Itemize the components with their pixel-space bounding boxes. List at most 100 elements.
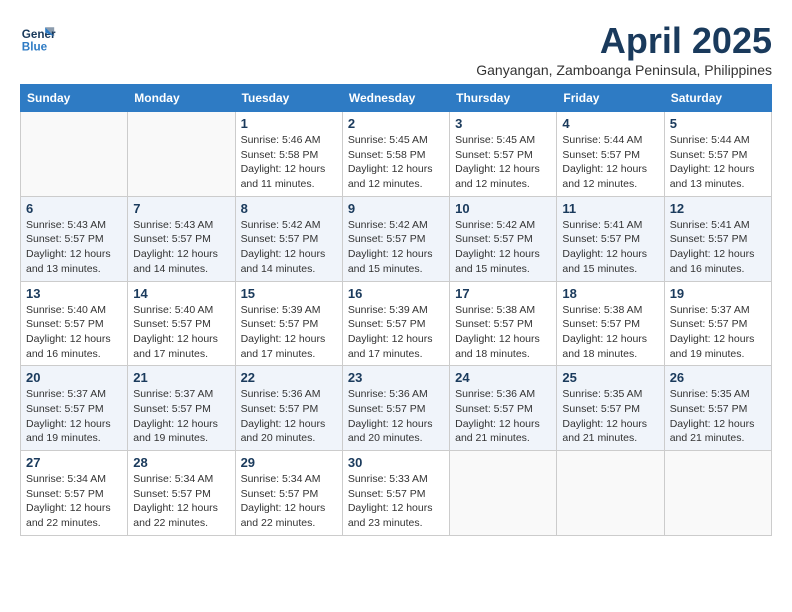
- day-number: 10: [455, 201, 551, 216]
- day-info: Sunrise: 5:41 AM Sunset: 5:57 PM Dayligh…: [670, 218, 766, 277]
- day-cell: 21 Sunrise: 5:37 AM Sunset: 5:57 PM Dayli…: [128, 366, 235, 451]
- day-number: 3: [455, 116, 551, 131]
- day-cell: 13 Sunrise: 5:40 AM Sunset: 5:57 PM Dayli…: [21, 281, 128, 366]
- day-info: Sunrise: 5:45 AM Sunset: 5:58 PM Dayligh…: [348, 133, 444, 192]
- day-info: Sunrise: 5:36 AM Sunset: 5:57 PM Dayligh…: [455, 387, 551, 446]
- month-title: April 2025: [476, 20, 772, 62]
- col-header-tuesday: Tuesday: [235, 85, 342, 112]
- title-block: April 2025 Ganyangan, Zamboanga Peninsul…: [476, 20, 772, 78]
- logo: General Blue: [20, 20, 56, 56]
- week-row: 13 Sunrise: 5:40 AM Sunset: 5:57 PM Dayli…: [21, 281, 772, 366]
- day-info: Sunrise: 5:35 AM Sunset: 5:57 PM Dayligh…: [562, 387, 658, 446]
- day-cell: 3Sunrise: 5:45 AM Sunset: 5:57 PM Daylig…: [450, 112, 557, 197]
- day-cell: 20Sunrise: 5:37 AM Sunset: 5:57 PM Dayli…: [21, 366, 128, 451]
- day-info: Sunrise: 5:44 AM Sunset: 5:57 PM Dayligh…: [670, 133, 766, 192]
- day-cell: 22 Sunrise: 5:36 AM Sunset: 5:57 PM Dayli…: [235, 366, 342, 451]
- day-cell: 25Sunrise: 5:35 AM Sunset: 5:57 PM Dayli…: [557, 366, 664, 451]
- day-number: 13: [26, 286, 122, 301]
- day-info: Sunrise: 5:35 AM Sunset: 5:57 PM Dayligh…: [670, 387, 766, 446]
- day-number: 23: [348, 370, 444, 385]
- day-info: Sunrise: 5:33 AM Sunset: 5:57 PM Dayligh…: [348, 472, 444, 531]
- day-info: Sunrise: 5:39 AM Sunset: 5:57 PM Dayligh…: [241, 303, 337, 362]
- calendar-table: SundayMondayTuesdayWednesdayThursdayFrid…: [20, 84, 772, 536]
- day-number: 30: [348, 455, 444, 470]
- col-header-sunday: Sunday: [21, 85, 128, 112]
- day-cell: 15Sunrise: 5:39 AM Sunset: 5:57 PM Dayli…: [235, 281, 342, 366]
- day-number: 24: [455, 370, 551, 385]
- day-cell: 6Sunrise: 5:43 AM Sunset: 5:57 PM Daylig…: [21, 196, 128, 281]
- logo-icon: General Blue: [20, 20, 56, 56]
- day-number: 19: [670, 286, 766, 301]
- day-info: Sunrise: 5:42 AM Sunset: 5:57 PM Dayligh…: [455, 218, 551, 277]
- day-info: Sunrise: 5:36 AM Sunset: 5:57 PM Dayligh…: [241, 387, 337, 446]
- day-cell: 29 Sunrise: 5:34 AM Sunset: 5:57 PM Dayli…: [235, 451, 342, 536]
- day-number: 1: [241, 116, 337, 131]
- day-cell: 8 Sunrise: 5:42 AM Sunset: 5:57 PM Daylig…: [235, 196, 342, 281]
- day-cell: 4Sunrise: 5:44 AM Sunset: 5:57 PM Daylig…: [557, 112, 664, 197]
- day-cell: 7 Sunrise: 5:43 AM Sunset: 5:57 PM Daylig…: [128, 196, 235, 281]
- day-cell: 9Sunrise: 5:42 AM Sunset: 5:57 PM Daylig…: [342, 196, 449, 281]
- day-number: 22: [241, 370, 337, 385]
- day-number: 9: [348, 201, 444, 216]
- day-number: 27: [26, 455, 122, 470]
- day-info: Sunrise: 5:37 AM Sunset: 5:57 PM Dayligh…: [133, 387, 229, 446]
- day-number: 29: [241, 455, 337, 470]
- day-number: 14: [133, 286, 229, 301]
- day-number: 4: [562, 116, 658, 131]
- day-cell: 1 Sunrise: 5:46 AM Sunset: 5:58 PM Daylig…: [235, 112, 342, 197]
- day-info: Sunrise: 5:36 AM Sunset: 5:57 PM Dayligh…: [348, 387, 444, 446]
- day-info: Sunrise: 5:34 AM Sunset: 5:57 PM Dayligh…: [133, 472, 229, 531]
- day-cell: 26 Sunrise: 5:35 AM Sunset: 5:57 PM Dayli…: [664, 366, 771, 451]
- day-info: Sunrise: 5:37 AM Sunset: 5:57 PM Dayligh…: [670, 303, 766, 362]
- day-number: 26: [670, 370, 766, 385]
- day-info: Sunrise: 5:43 AM Sunset: 5:57 PM Dayligh…: [133, 218, 229, 277]
- col-header-saturday: Saturday: [664, 85, 771, 112]
- day-number: 17: [455, 286, 551, 301]
- day-cell: 28Sunrise: 5:34 AM Sunset: 5:57 PM Dayli…: [128, 451, 235, 536]
- day-info: Sunrise: 5:42 AM Sunset: 5:57 PM Dayligh…: [241, 218, 337, 277]
- day-cell: 11 Sunrise: 5:41 AM Sunset: 5:57 PM Dayli…: [557, 196, 664, 281]
- day-number: 8: [241, 201, 337, 216]
- day-info: Sunrise: 5:38 AM Sunset: 5:57 PM Dayligh…: [562, 303, 658, 362]
- day-cell: [557, 451, 664, 536]
- day-info: Sunrise: 5:40 AM Sunset: 5:57 PM Dayligh…: [133, 303, 229, 362]
- day-cell: 18 Sunrise: 5:38 AM Sunset: 5:57 PM Dayli…: [557, 281, 664, 366]
- col-header-thursday: Thursday: [450, 85, 557, 112]
- day-info: Sunrise: 5:34 AM Sunset: 5:57 PM Dayligh…: [241, 472, 337, 531]
- day-cell: [128, 112, 235, 197]
- day-number: 2: [348, 116, 444, 131]
- location-subtitle: Ganyangan, Zamboanga Peninsula, Philippi…: [476, 62, 772, 78]
- day-cell: 24 Sunrise: 5:36 AM Sunset: 5:57 PM Dayli…: [450, 366, 557, 451]
- day-info: Sunrise: 5:40 AM Sunset: 5:57 PM Dayligh…: [26, 303, 122, 362]
- day-number: 11: [562, 201, 658, 216]
- col-header-friday: Friday: [557, 85, 664, 112]
- day-info: Sunrise: 5:39 AM Sunset: 5:57 PM Dayligh…: [348, 303, 444, 362]
- day-cell: 27Sunrise: 5:34 AM Sunset: 5:57 PM Dayli…: [21, 451, 128, 536]
- header-row: SundayMondayTuesdayWednesdayThursdayFrid…: [21, 85, 772, 112]
- day-number: 12: [670, 201, 766, 216]
- day-cell: 14 Sunrise: 5:40 AM Sunset: 5:57 PM Dayli…: [128, 281, 235, 366]
- day-number: 16: [348, 286, 444, 301]
- day-number: 18: [562, 286, 658, 301]
- col-header-wednesday: Wednesday: [342, 85, 449, 112]
- day-info: Sunrise: 5:46 AM Sunset: 5:58 PM Dayligh…: [241, 133, 337, 192]
- day-number: 21: [133, 370, 229, 385]
- day-cell: 5Sunrise: 5:44 AM Sunset: 5:57 PM Daylig…: [664, 112, 771, 197]
- week-row: 1 Sunrise: 5:46 AM Sunset: 5:58 PM Daylig…: [21, 112, 772, 197]
- day-number: 6: [26, 201, 122, 216]
- day-number: 7: [133, 201, 229, 216]
- day-cell: 30 Sunrise: 5:33 AM Sunset: 5:57 PM Dayli…: [342, 451, 449, 536]
- day-info: Sunrise: 5:37 AM Sunset: 5:57 PM Dayligh…: [26, 387, 122, 446]
- day-info: Sunrise: 5:41 AM Sunset: 5:57 PM Dayligh…: [562, 218, 658, 277]
- day-info: Sunrise: 5:38 AM Sunset: 5:57 PM Dayligh…: [455, 303, 551, 362]
- day-cell: [21, 112, 128, 197]
- day-cell: 16 Sunrise: 5:39 AM Sunset: 5:57 PM Dayli…: [342, 281, 449, 366]
- day-cell: [664, 451, 771, 536]
- col-header-monday: Monday: [128, 85, 235, 112]
- day-cell: 2 Sunrise: 5:45 AM Sunset: 5:58 PM Daylig…: [342, 112, 449, 197]
- page-header: General Blue April 2025 Ganyangan, Zambo…: [20, 20, 772, 78]
- day-cell: 23 Sunrise: 5:36 AM Sunset: 5:57 PM Dayli…: [342, 366, 449, 451]
- week-row: 20Sunrise: 5:37 AM Sunset: 5:57 PM Dayli…: [21, 366, 772, 451]
- week-row: 27 Sunrise: 5:34 AM Sunset: 5:57 PM Dayli…: [21, 451, 772, 536]
- day-cell: 10 Sunrise: 5:42 AM Sunset: 5:57 PM Dayli…: [450, 196, 557, 281]
